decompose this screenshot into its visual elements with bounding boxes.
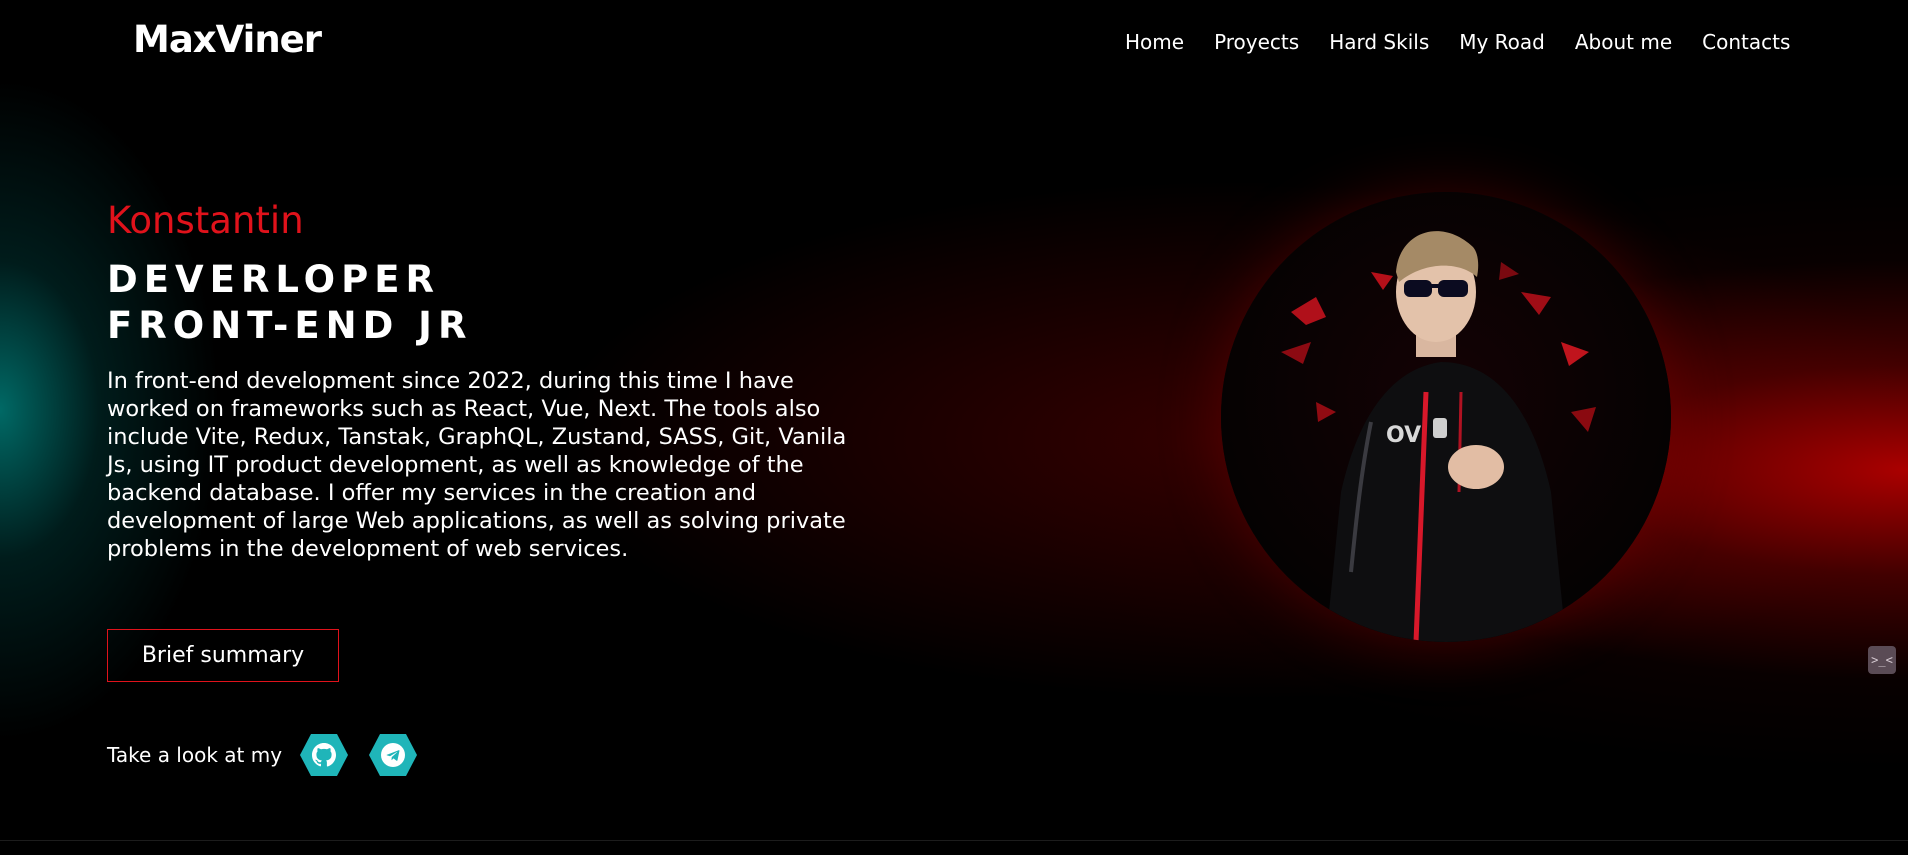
brief-summary-button[interactable]: Brief summary xyxy=(107,629,339,682)
hero-description: In front-end development since 2022, dur… xyxy=(107,368,847,562)
social-label: Take a look at my xyxy=(107,743,283,767)
section-divider xyxy=(0,840,1908,841)
side-widget[interactable]: >_< xyxy=(1868,646,1896,674)
hero-name: Konstantin xyxy=(107,199,304,242)
nav-about-me[interactable]: About me xyxy=(1575,30,1672,54)
main-nav: Home Proyects Hard Skils My Road About m… xyxy=(1125,30,1820,54)
page: MaxViner Home Proyects Hard Skils My Roa… xyxy=(0,0,1908,855)
hero-role-line-2: FRONT-END JR xyxy=(107,304,473,347)
nav-my-road[interactable]: My Road xyxy=(1459,30,1545,54)
telegram-icon[interactable] xyxy=(368,733,418,777)
social-links: Take a look at my xyxy=(107,733,437,777)
logo[interactable]: MaxViner xyxy=(133,18,322,61)
github-icon[interactable] xyxy=(299,733,349,777)
profile-photo: OV xyxy=(1221,192,1671,642)
hero-role-line-1: DEVERLOPER xyxy=(107,258,440,301)
nav-proyects[interactable]: Proyects xyxy=(1214,30,1299,54)
nav-home[interactable]: Home xyxy=(1125,30,1184,54)
nav-hard-skils[interactable]: Hard Skils xyxy=(1329,30,1429,54)
svg-text:OV: OV xyxy=(1386,423,1421,448)
nav-contacts[interactable]: Contacts xyxy=(1702,30,1790,54)
hero-role: DEVERLOPER FRONT-END JR xyxy=(107,257,472,349)
